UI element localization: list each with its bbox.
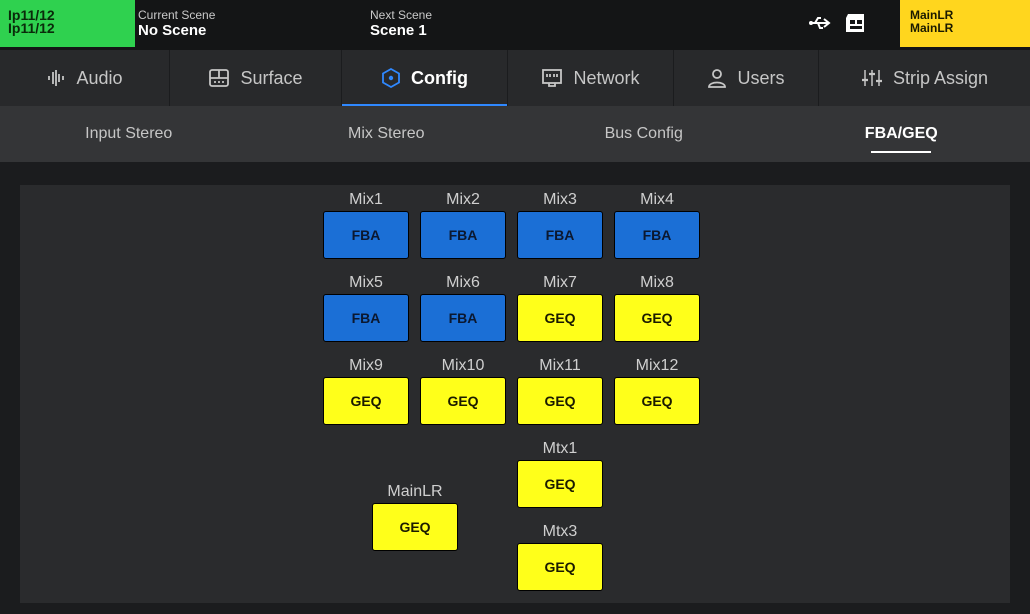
current-scene[interactable]: Current Scene No Scene <box>138 8 215 40</box>
bus-mode-button[interactable]: FBA <box>517 211 603 259</box>
bus-cell-mix1: Mix1 FBA <box>323 189 409 259</box>
bus-mode-button[interactable]: GEQ <box>420 377 506 425</box>
bus-cell-mix8: Mix8 GEQ <box>614 272 700 342</box>
next-scene[interactable]: Next Scene Scene 1 <box>370 8 432 40</box>
tab-users-label: Users <box>737 67 785 88</box>
main-bus-badge[interactable]: MainLR MainLR <box>900 0 1030 47</box>
bus-mode-button[interactable]: GEQ <box>517 543 603 591</box>
tab-strip-assign-label: Strip Assign <box>892 67 989 88</box>
bus-mode-button[interactable]: FBA <box>323 211 409 259</box>
bus-name: Mix12 <box>635 357 679 374</box>
tab-surface-label: Surface <box>240 67 303 88</box>
bus-name: Mix10 <box>441 357 485 374</box>
bus-mode-button[interactable]: GEQ <box>323 377 409 425</box>
user-icon <box>707 68 727 88</box>
bus-name: MainLR <box>387 483 443 500</box>
bus-mode-button[interactable]: GEQ <box>614 377 700 425</box>
tab-config[interactable]: Config <box>342 50 508 106</box>
tab-network[interactable]: Network <box>508 50 674 106</box>
network-icon <box>541 68 563 88</box>
bus-mode-button[interactable]: GEQ <box>517 460 603 508</box>
tab-audio-label: Audio <box>76 67 123 88</box>
bus-name: Mix4 <box>640 191 674 208</box>
next-scene-label: Next Scene <box>370 8 433 22</box>
tab-surface[interactable]: Surface <box>170 50 342 106</box>
sd-card-icon <box>844 12 868 39</box>
next-scene-value: Scene 1 <box>370 22 427 39</box>
bus-mode-button[interactable]: FBA <box>323 294 409 342</box>
current-scene-value: No Scene <box>138 22 207 39</box>
bus-cell-mainlr: MainLR GEQ <box>372 481 458 551</box>
bus-name: Mtx1 <box>542 440 578 457</box>
bus-cell-mix7: Mix7 GEQ <box>517 272 603 342</box>
bus-cell-mix11: Mix11 GEQ <box>517 355 603 425</box>
top-status-bar: Ip11/12 Ip11/12 Current Scene No Scene N… <box>0 0 1030 50</box>
bus-cell-mtx3: Mtx3 GEQ <box>517 521 603 591</box>
main-tab-bar: Audio Surface Config Network Users Strip… <box>0 50 1030 106</box>
bus-cell-mix10: Mix10 GEQ <box>420 355 506 425</box>
bus-name: Mix7 <box>543 274 577 291</box>
bus-name: Mix1 <box>349 191 383 208</box>
subtab-input-stereo[interactable]: Input Stereo <box>0 106 258 162</box>
selected-channel-line2: Ip11/12 <box>8 20 55 36</box>
bus-name: Mix6 <box>446 274 480 291</box>
subtab-bus-config[interactable]: Bus Config <box>515 106 773 162</box>
bus-mode-button[interactable]: GEQ <box>372 503 458 551</box>
tab-audio[interactable]: Audio <box>0 50 170 106</box>
bus-cell-mix3: Mix3 FBA <box>517 189 603 259</box>
bus-mode-button[interactable]: GEQ <box>614 294 700 342</box>
current-scene-label: Current Scene <box>138 8 216 22</box>
bus-cell-mix4: Mix4 FBA <box>614 189 700 259</box>
bus-cell-mix12: Mix12 GEQ <box>614 355 700 425</box>
bus-mode-button[interactable]: GEQ <box>517 377 603 425</box>
tab-users[interactable]: Users <box>674 50 819 106</box>
bus-name: Mix8 <box>640 274 674 291</box>
audio-waveform-icon <box>46 68 66 88</box>
bus-cell-mtx1: Mtx1 GEQ <box>517 438 603 508</box>
bus-mode-button[interactable]: FBA <box>420 294 506 342</box>
tab-strip-assign[interactable]: Strip Assign <box>819 50 1030 106</box>
fba-geq-panel: Mix1 FBA Mix2 FBA Mix3 FBA Mix4 FBA Mix5… <box>20 185 1010 603</box>
bus-mode-button[interactable]: FBA <box>420 211 506 259</box>
bus-cell-mix5: Mix5 FBA <box>323 272 409 342</box>
bus-mode-button[interactable]: FBA <box>614 211 700 259</box>
subtab-fba-geq[interactable]: FBA/GEQ <box>773 106 1030 162</box>
tab-config-label: Config <box>411 67 468 88</box>
bus-name: Mix2 <box>446 191 480 208</box>
faders-icon <box>861 68 883 88</box>
config-gear-icon <box>381 68 401 88</box>
bus-name: Mix5 <box>349 274 383 291</box>
bus-name: Mix9 <box>349 357 383 374</box>
bus-mode-button[interactable]: GEQ <box>517 294 603 342</box>
subtab-mix-stereo[interactable]: Mix Stereo <box>258 106 516 162</box>
usb-icon <box>808 13 832 38</box>
bus-cell-mix2: Mix2 FBA <box>420 189 506 259</box>
bus-cell-mix9: Mix9 GEQ <box>323 355 409 425</box>
tab-network-label: Network <box>573 67 640 88</box>
surface-icon <box>208 68 230 88</box>
bus-name: Mix3 <box>543 191 577 208</box>
selected-channel-indicator[interactable]: Ip11/12 Ip11/12 <box>0 0 135 47</box>
bus-name: Mtx3 <box>542 523 578 540</box>
bus-name: Mix11 <box>539 357 581 374</box>
main-badge-line2: MainLR <box>910 21 954 35</box>
bus-cell-mix6: Mix6 FBA <box>420 272 506 342</box>
sub-tab-bar: Input Stereo Mix Stereo Bus Config FBA/G… <box>0 106 1030 162</box>
